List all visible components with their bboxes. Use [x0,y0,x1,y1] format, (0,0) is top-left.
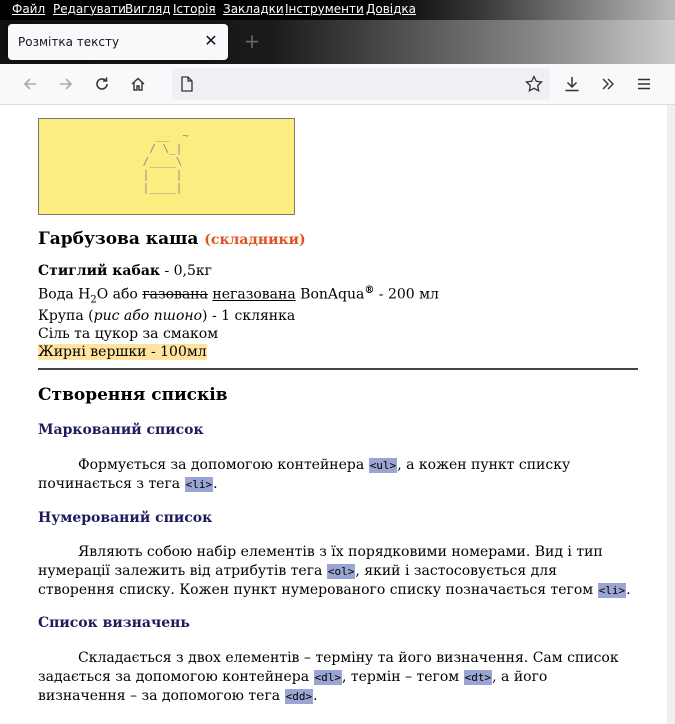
ingredient-2: Вода H2O або газована негазована BonAqua… [38,285,439,305]
ingredient-2-strike: газована [142,286,208,303]
ingredient-1-name: Стиглий кабак [38,263,160,279]
lists-title: Створення списків [38,385,228,405]
menu-view[interactable]: Вигляд [125,2,171,16]
ascii-art-box: __ ~ / \_| /____\ | | |____| [38,118,295,215]
overflow-icon[interactable] [594,70,622,98]
menu-edit[interactable]: Редагувати [53,2,126,16]
url-bar[interactable] [172,68,550,100]
ingredient-3-a: Крупа ( [38,308,94,324]
close-icon[interactable]: ✕ [202,32,220,50]
ingredient-3: Крупа (рис або пшоно) - 1 склянка [38,308,295,324]
ingredient-3-qty: ) - 1 склянка [202,308,296,324]
window-border [667,105,675,724]
dl-code-1: <dl> [313,670,342,685]
star-icon[interactable] [520,70,548,98]
tab-title: Розмітка тексту [18,35,120,49]
ol-heading: Нумерований список [38,510,213,526]
registered-mark: ® [364,285,375,296]
ol-code-1: <ol> [326,564,356,579]
ingredient-2-a: Вода H [38,286,91,303]
menu-bar: Файл Редагувати Вигляд Історія Закладки … [0,0,675,20]
ingredient-2-b: O або [96,286,143,303]
page-content: __ ~ / \_| /____\ | | |____| Гарбузова к… [0,105,667,724]
menu-tools[interactable]: Інструменти [285,2,364,16]
ingredient-2-qty: - 200 мл [374,286,439,303]
recipe-subtitle: (складники) [204,232,306,248]
tab-active[interactable]: Розмітка тексту ✕ [8,24,228,60]
dl-text-2: , термін – тегом [342,669,464,685]
ascii-art: __ ~ / \_| /____\ | | |____| [142,129,189,194]
dl-text-4: . [313,688,318,704]
ingredient-1: Стиглий кабак - 0,5кг [38,263,212,279]
ul-text-1: Формується за допомогою контейнера [78,457,369,473]
page-icon [180,76,194,96]
ol-code-2: <li> [597,583,627,598]
recipe-title-text: Гарбузова каша [38,229,199,249]
new-tab-icon[interactable]: + [242,31,262,51]
forward-icon[interactable] [52,70,80,98]
ingredient-5: Жирні вершки - 100мл [38,344,207,360]
ingredient-3-italic: рис або пшоно [93,308,203,324]
home-icon[interactable] [124,70,152,98]
dl-code-3: <dd> [284,689,314,704]
ul-paragraph: Формується за допомогою контейнера <ul>,… [38,456,638,494]
back-icon[interactable] [16,70,44,98]
tab-strip: Розмітка тексту ✕ + [0,20,675,64]
ingredient-2-brand: BonAqua [295,286,365,303]
download-icon[interactable] [558,70,586,98]
dl-heading: Список визначень [38,615,190,631]
ul-text-3: . [213,476,218,492]
menu-icon[interactable] [630,70,658,98]
menu-help[interactable]: Довідка [366,2,416,16]
ingredient-1-qty: - 0,5кг [160,263,212,279]
menu-history[interactable]: Історія [173,2,216,16]
menu-file[interactable]: Файл [12,2,45,16]
divider [38,368,638,370]
ul-code-1: <ul> [368,458,398,473]
ul-code-2: <li> [184,477,214,492]
reload-icon[interactable] [88,70,116,98]
ingredient-4: Сіль та цукор за смаком [38,326,219,342]
nav-toolbar [0,64,675,105]
menu-bookmarks[interactable]: Закладки [223,2,284,16]
dl-code-2: <dt> [463,670,493,685]
ingredient-2-under: негазована [212,286,296,303]
ul-heading: Маркований список [38,422,204,438]
ol-text-3: . [626,582,631,598]
recipe-title: Гарбузова каша (складники) [38,229,306,249]
dl-paragraph: Складається з двох елементів – терміну т… [38,649,638,706]
ingredient-5-highlight: Жирні вершки - 100мл [38,344,207,360]
ol-paragraph: Являють собою набір елементів з їх поряд… [38,543,638,600]
